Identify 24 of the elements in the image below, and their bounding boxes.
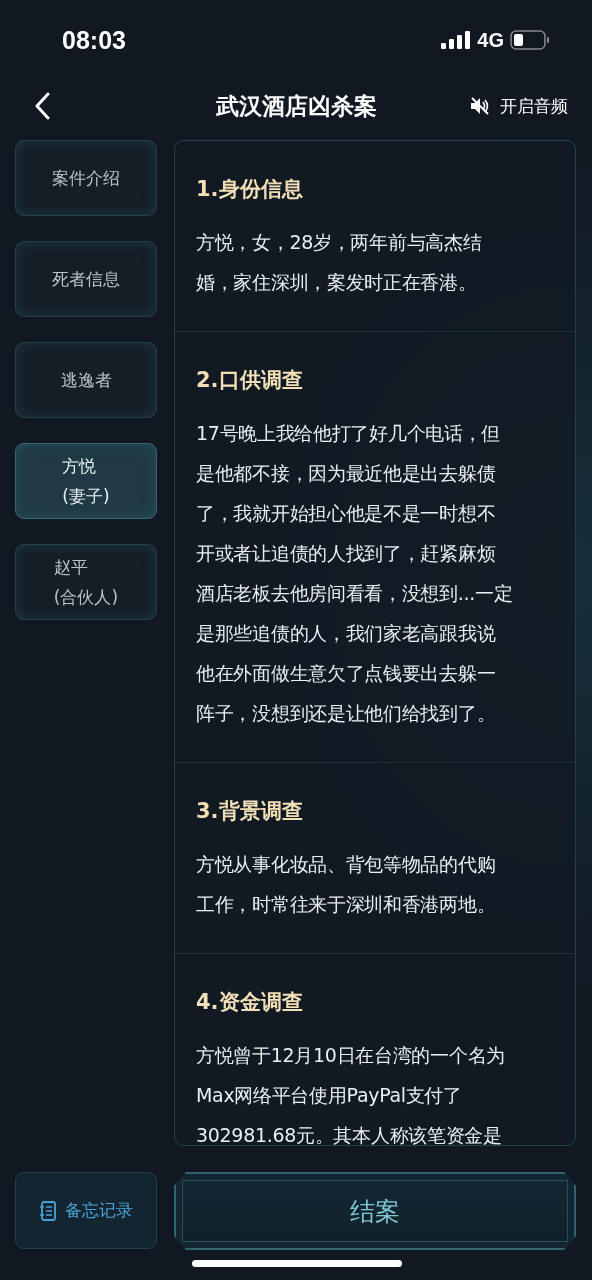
section-heading: 2.口供调查 — [196, 367, 304, 394]
page-title: 武汉酒店凶杀案 — [215, 91, 377, 121]
section-text: 方悦从事化妆品、背包等物品的代购工作，时常往来于深圳和香港两地。 — [196, 852, 497, 917]
notebook-icon — [39, 1200, 57, 1221]
mute-icon — [470, 97, 490, 115]
audio-toggle[interactable]: 开启音频 — [470, 94, 568, 118]
section-heading: 3.背景调查 — [196, 798, 304, 825]
section-heading: 1.身份信息 — [196, 176, 304, 203]
sidebar-tab[interactable]: 案件介绍 — [15, 140, 157, 216]
back-icon[interactable] — [34, 92, 50, 120]
sidebar-tab[interactable]: 方悦 (妻子) — [15, 443, 157, 519]
section-heading: 4.资金调查 — [196, 989, 304, 1016]
battery-icon — [510, 30, 550, 50]
memo-button[interactable]: 备忘记录 — [15, 1172, 157, 1249]
signal-icon — [441, 31, 472, 49]
status-time: 08:03 — [62, 25, 126, 55]
section-text: 方悦，女，28岁，两年前与高杰结婚，家住深圳，案发时正在香港。 — [196, 230, 483, 295]
network-label: 4G — [477, 28, 504, 52]
sidebar-tab[interactable]: 逃逸者 — [15, 342, 157, 418]
section-text: 方悦曾于12月10日在台湾的一个名为Max网络平台使用PayPal支付了302981.68元。其本人称该笔资金是 — [196, 1043, 506, 1145]
close-case-button[interactable]: 结案 — [174, 1172, 576, 1250]
sidebar-tab[interactable]: 赵平 (合伙人) — [15, 544, 157, 620]
sidebar-tab[interactable]: 死者信息 — [15, 241, 157, 317]
section-text: 17号晚上我给他打了好几个电话，但是他都不接，因为最近他是出去躲债了，我就开始担心他是不是一时想不开或者让追债的人找到了，赶紧麻烦酒店老板去他房间看看，没想到...一定是那些追债的人，我们家老高跟我说他在外面做生意欠了点钱要出去躲一阵子，没想到还是让他们给找到了。 — [196, 421, 514, 726]
